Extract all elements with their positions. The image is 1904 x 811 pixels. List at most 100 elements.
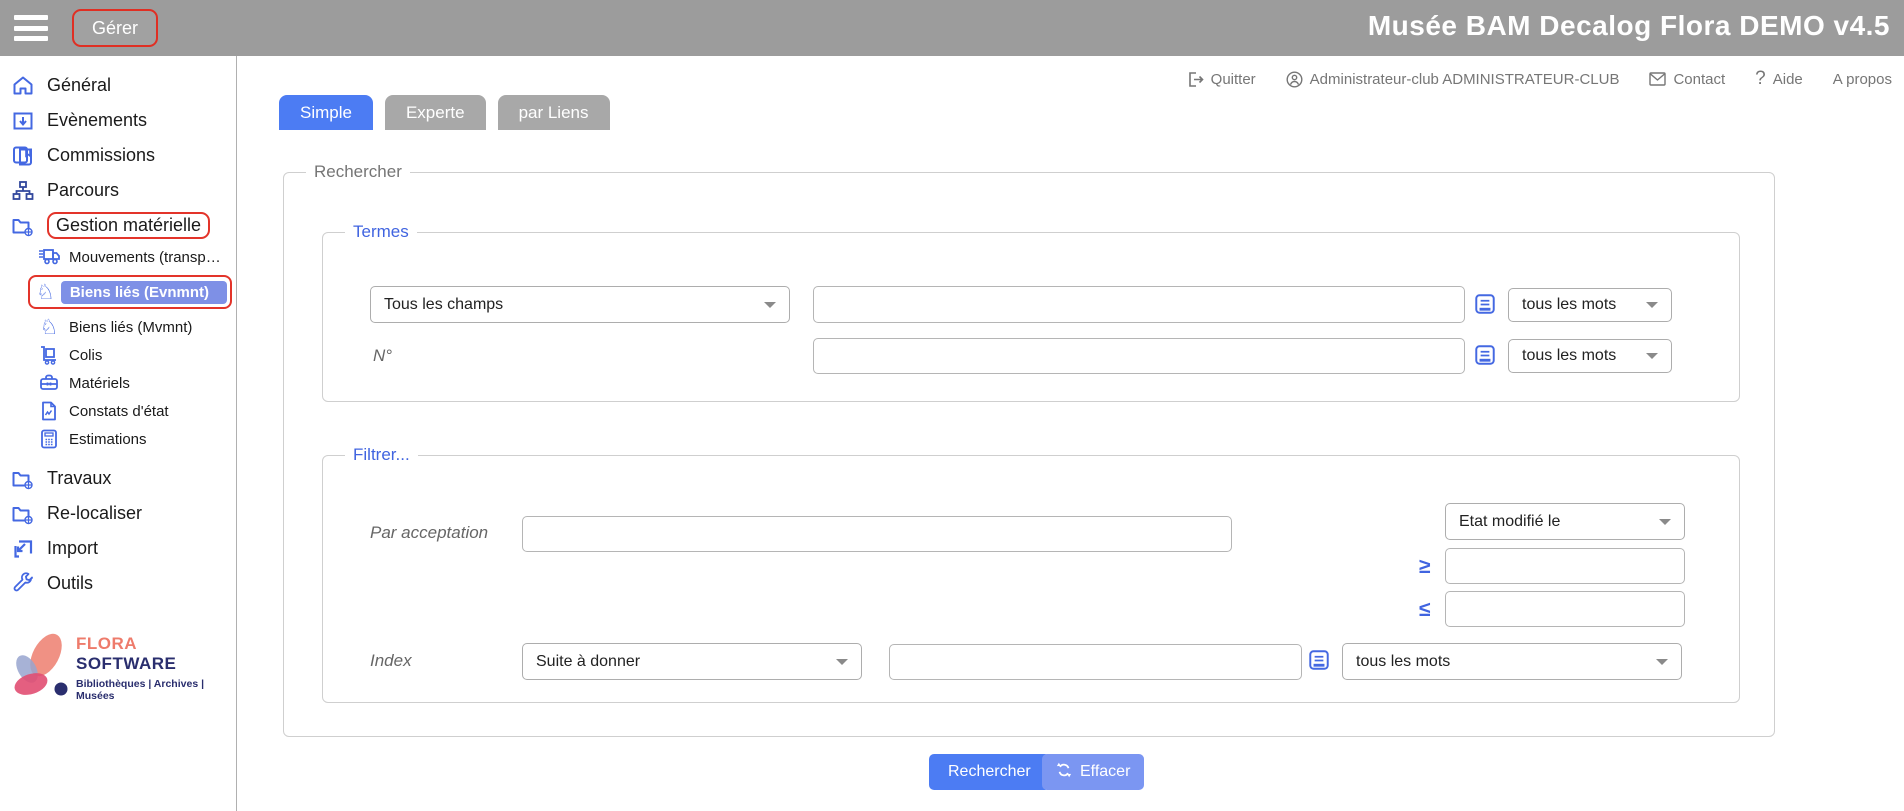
etat-select-value: Etat modifié le xyxy=(1459,513,1560,531)
termes-legend: Termes xyxy=(345,222,417,242)
archive-in-icon xyxy=(10,109,36,133)
sidebar-item-estimations[interactable]: Estimations xyxy=(0,425,236,453)
folder-globe-icon xyxy=(10,214,36,238)
numero-mode-value: tous les mots xyxy=(1522,347,1616,365)
apropos-link[interactable]: A propos xyxy=(1833,71,1892,88)
sidebar-item-label: Outils xyxy=(47,573,93,594)
apropos-label: A propos xyxy=(1833,71,1892,88)
termes-panel: Termes Tous les champs tous les mots N° … xyxy=(322,222,1740,402)
folder-globe-icon xyxy=(10,502,36,526)
chevron-down-icon xyxy=(764,302,776,308)
sidebar-item-label: Constats d'état xyxy=(69,403,169,420)
index-book-icon[interactable] xyxy=(1307,648,1331,677)
less-equal-link[interactable]: ≤ xyxy=(1419,598,1431,622)
handtruck-icon xyxy=(38,345,60,365)
sidebar-item-general[interactable]: Général xyxy=(0,68,236,103)
quitter-link[interactable]: Quitter xyxy=(1187,71,1256,88)
sitemap-icon xyxy=(10,179,36,203)
field-select-value: Tous les champs xyxy=(384,296,503,314)
index-book-icon[interactable] xyxy=(1473,292,1497,321)
sidebar-item-evenements[interactable]: Evènements xyxy=(0,103,236,138)
books-icon xyxy=(10,144,36,168)
numero-input[interactable] xyxy=(813,338,1465,374)
contact-label: Contact xyxy=(1673,71,1725,88)
index-input[interactable] xyxy=(889,644,1302,680)
term-input[interactable] xyxy=(813,286,1465,323)
sidebar-item-label: Re-localiser xyxy=(47,503,142,524)
wrench-icon xyxy=(10,572,36,596)
sidebar-item-parcours[interactable]: Parcours xyxy=(0,173,236,208)
sidebar-item-import[interactable]: Import xyxy=(0,531,236,566)
sidebar-item-label: Parcours xyxy=(47,180,119,201)
term-mode-value: tous les mots xyxy=(1522,296,1616,314)
etat-select[interactable]: Etat modifié le xyxy=(1445,503,1685,540)
aide-label: Aide xyxy=(1773,71,1803,88)
index-select[interactable]: Suite à donner xyxy=(522,643,862,680)
user-account[interactable]: Administrateur-club ADMINISTRATEUR-CLUB xyxy=(1286,71,1620,88)
sidebar-item-mouvements[interactable]: Mouvements (transp… xyxy=(0,243,236,271)
chevron-down-icon xyxy=(1646,302,1658,308)
toolbox-icon xyxy=(38,373,60,393)
rechercher-legend: Rechercher xyxy=(306,162,410,182)
sidebar-item-constats[interactable]: Constats d'état xyxy=(0,397,236,425)
rechercher-panel: Rechercher Termes Tous les champs tous l… xyxy=(283,162,1775,737)
sidebar-item-label: Import xyxy=(47,538,98,559)
sidebar-item-label: Estimations xyxy=(69,431,147,448)
app-window: Gérer Musée BAM Decalog Flora DEMO v4.5 … xyxy=(0,0,1904,811)
index-label: Index xyxy=(370,651,412,671)
chess-knight-icon: ♘ xyxy=(36,282,55,303)
import-icon xyxy=(10,537,36,561)
sidebar-item-label: Travaux xyxy=(47,468,111,489)
tab-par-liens[interactable]: par Liens xyxy=(498,95,610,130)
report-document-icon xyxy=(38,401,60,421)
sidebar-item-materiels[interactable]: Matériels xyxy=(0,369,236,397)
sidebar-item-biens-lies-mvmnt[interactable]: ♘ Biens liés (Mvmnt) xyxy=(0,313,236,341)
sidebar-item-label: Biens liés (Evnmnt) xyxy=(61,281,227,304)
aide-link[interactable]: ? Aide xyxy=(1755,68,1803,90)
filtrer-panel: Filtrer... Par acceptation Etat modifié … xyxy=(322,445,1740,703)
sidebar-item-outils[interactable]: Outils xyxy=(0,566,236,601)
date-from-input[interactable] xyxy=(1445,548,1685,584)
sidebar: Général Evènements Commissions Parcours xyxy=(0,56,237,811)
greater-equal-link[interactable]: ≥ xyxy=(1419,555,1431,579)
sidebar-item-label: Général xyxy=(47,75,111,96)
contact-link[interactable]: Contact xyxy=(1649,71,1725,88)
field-select[interactable]: Tous les champs xyxy=(370,286,790,323)
app-title: Musée BAM Decalog Flora DEMO v4.5 xyxy=(1368,10,1890,42)
sidebar-item-label: Mouvements (transp… xyxy=(69,249,221,266)
flora-petals-icon xyxy=(6,627,72,708)
user-label: Administrateur-club ADMINISTRATEUR-CLUB xyxy=(1310,71,1620,88)
acceptation-label: Par acceptation xyxy=(370,523,488,543)
effacer-button[interactable]: Effacer xyxy=(1042,754,1144,790)
sidebar-item-relocaliser[interactable]: Re-localiser xyxy=(0,496,236,531)
date-to-input[interactable] xyxy=(1445,591,1685,627)
numero-mode-select[interactable]: tous les mots xyxy=(1508,339,1672,373)
term-mode-select[interactable]: tous les mots xyxy=(1508,288,1672,322)
sidebar-item-commissions[interactable]: Commissions xyxy=(0,138,236,173)
hamburger-menu-icon[interactable] xyxy=(14,15,48,41)
index-book-icon[interactable] xyxy=(1473,343,1497,372)
index-mode-value: tous les mots xyxy=(1356,653,1450,671)
filtrer-legend: Filtrer... xyxy=(345,445,418,465)
search-mode-tabs: Simple Experte par Liens xyxy=(279,95,610,130)
acceptation-input[interactable] xyxy=(522,516,1232,552)
sidebar-item-label: Matériels xyxy=(69,375,130,392)
refresh-icon xyxy=(1056,762,1072,783)
rechercher-button[interactable]: Rechercher xyxy=(929,754,1050,790)
sidebar-item-travaux[interactable]: Travaux xyxy=(0,461,236,496)
top-bar: Gérer Musée BAM Decalog Flora DEMO v4.5 xyxy=(0,0,1904,56)
sidebar-item-label: Evènements xyxy=(47,110,147,131)
sidebar-item-biens-lies-evnmnt[interactable]: ♘ Biens liés (Evnmnt) xyxy=(28,275,232,309)
effacer-button-label: Effacer xyxy=(1080,763,1130,781)
tab-experte[interactable]: Experte xyxy=(385,95,486,130)
gerer-button[interactable]: Gérer xyxy=(72,9,158,47)
chevron-down-icon xyxy=(1646,353,1658,359)
index-mode-select[interactable]: tous les mots xyxy=(1342,643,1682,680)
chevron-down-icon xyxy=(836,659,848,665)
quitter-label: Quitter xyxy=(1211,71,1256,88)
tab-simple[interactable]: Simple xyxy=(279,95,373,130)
sidebar-item-colis[interactable]: Colis xyxy=(0,341,236,369)
sidebar-item-label: Colis xyxy=(69,347,102,364)
sidebar-item-gestion-materielle[interactable]: Gestion matérielle xyxy=(0,208,236,243)
chevron-down-icon xyxy=(1659,519,1671,525)
